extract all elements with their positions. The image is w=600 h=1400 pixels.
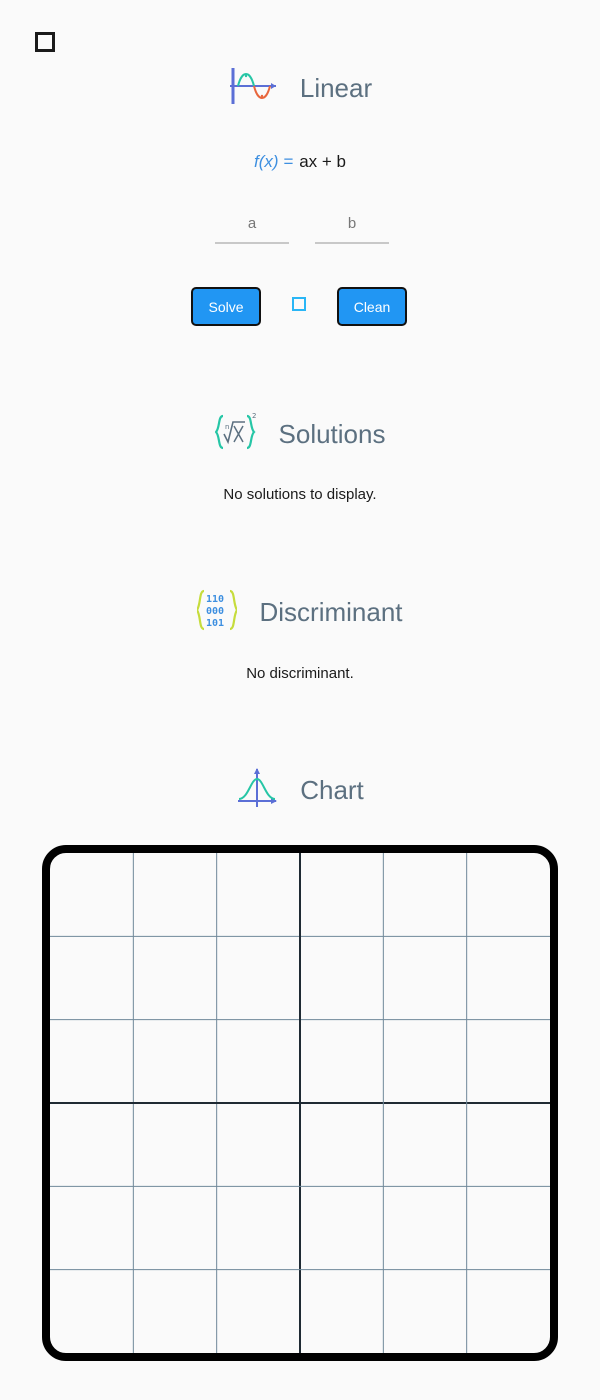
linear-title: Linear xyxy=(299,73,373,103)
svg-text:n: n xyxy=(225,423,229,431)
clean-button[interactable]: Clean xyxy=(337,287,407,326)
coefficient-a-input[interactable] xyxy=(215,204,289,244)
formula: f(x) = ax + b xyxy=(0,152,600,172)
bell-curve-icon xyxy=(236,767,278,814)
chart-canvas[interactable] xyxy=(42,845,558,1361)
solutions-title: Solutions xyxy=(278,419,386,449)
chart-header: Chart xyxy=(0,767,600,814)
solve-button[interactable]: Solve xyxy=(191,287,261,326)
discriminant-header: 110 000 101 Discriminant xyxy=(0,589,600,636)
solutions-message: No solutions to display. xyxy=(223,486,377,503)
coefficient-b-input[interactable] xyxy=(315,204,389,244)
svg-text:2: 2 xyxy=(252,412,256,420)
svg-text:000: 000 xyxy=(206,606,224,617)
formula-expression: ax + b xyxy=(299,152,346,171)
root-braces-icon: n 2 xyxy=(213,412,257,457)
square-small-icon xyxy=(292,297,306,311)
page: Linear f(x) = ax + b Solve Clean n 2 Solu… xyxy=(0,0,600,1400)
formula-function-label: f(x) = xyxy=(254,152,294,171)
solutions-header: n 2 Solutions xyxy=(0,412,600,457)
function-wave-icon xyxy=(228,66,278,111)
discriminant-message: No discriminant. xyxy=(246,665,354,682)
menu-square-icon[interactable] xyxy=(35,32,55,52)
linear-header: Linear xyxy=(0,66,600,111)
chart-grid xyxy=(50,853,550,1353)
svg-text:101: 101 xyxy=(206,618,224,629)
binary-braces-icon: 110 000 101 xyxy=(196,589,239,636)
svg-text:110: 110 xyxy=(206,594,224,605)
chart-title: Chart xyxy=(300,775,364,805)
discriminant-title: Discriminant xyxy=(259,597,403,627)
